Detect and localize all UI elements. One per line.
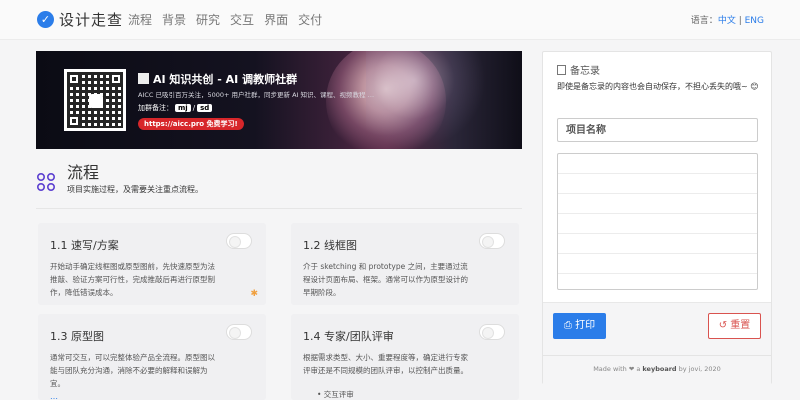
card-text: 通常可交互，可以完整体验产品全流程。原型图以能与团队充分沟通，消除不必要的解释和… (50, 353, 215, 388)
promo-banner[interactable]: AI 知识共创 - AI 调教师社群 AICC 已吸引百万关注，5000+ 用户… (36, 51, 522, 149)
credit-text: Made with ❤ a keyboard by jovi, 2020 (593, 365, 721, 373)
lang-zh-link[interactable]: 中文 (718, 16, 736, 26)
memo-header: 备忘录 (557, 62, 600, 77)
banner-hair-glow (366, 51, 486, 149)
memo-textarea[interactable] (557, 153, 758, 290)
top-nav: ✓ 设计走查 流程 背景 研究 交互 界面 交付 语言：中文 | ENG (0, 0, 800, 40)
memo-panel: 备忘录 即使是备忘录的内容也会自动保存，不担心丢失的哦~ 😊 ⎙ 打印 ↺ 重置… (542, 51, 772, 384)
section-divider (36, 208, 522, 209)
card-toggle[interactable] (479, 324, 505, 340)
nav-item-background[interactable]: 背景 (162, 11, 186, 28)
memo-description: 即使是备忘录的内容也会自动保存，不担心丢失的哦~ 😊 (557, 82, 759, 91)
notepad-icon (557, 65, 566, 75)
reset-button[interactable]: ↺ 重置 (708, 313, 761, 339)
banner-subtitle: AICC 已吸引百万关注，5000+ 用户社群，同步更新 AI 知识、课程、视频… (138, 91, 375, 99)
chip-mj: mj (175, 104, 191, 112)
language-switcher: 语言：中文 | ENG (691, 13, 764, 26)
card-wireframe: 1.2 线框图 介于 sketching 和 prototype 之间，主要通过… (291, 223, 519, 305)
grid-circles-icon (36, 172, 56, 192)
banner-group-note: 加群备注： mj / sd (138, 103, 214, 113)
memo-title: 备忘录 (570, 66, 600, 77)
card-bullet: • 交互评审 (317, 390, 354, 399)
card-title: 1.2 线框图 (303, 239, 357, 252)
card-toggle[interactable] (479, 233, 505, 249)
card-sketch: 1.1 速写/方案 开始动手确定线框图或原型图前，先快速原型为法推敲、验证方案可… (38, 223, 266, 305)
card-toggle[interactable] (226, 233, 252, 249)
language-label: 语言： (690, 16, 718, 26)
brand-name[interactable]: 设计走查 (59, 9, 123, 30)
chip-sd: sd (197, 104, 213, 112)
card-text: 开始动手确定线框图或原型图前，先快速原型为法推敲、验证方案可行性，完成推敲后再进… (50, 262, 215, 297)
printer-icon: ⎙ (563, 320, 572, 331)
project-name-input[interactable] (557, 118, 758, 142)
nav-item-research[interactable]: 研究 (196, 11, 220, 28)
nav-item-interaction[interactable]: 交互 (230, 11, 254, 28)
card-toggle[interactable] (226, 324, 252, 340)
undo-icon: ↺ (718, 320, 728, 331)
card-title: 1.1 速写/方案 (50, 239, 119, 252)
lang-en-link[interactable]: ENG (745, 16, 764, 26)
card-title: 1.4 专家/团队评审 (303, 330, 394, 343)
lang-separator: | (735, 16, 745, 26)
card-text: 介于 sketching 和 prototype 之间，主要通过流程设计页面布局… (303, 262, 468, 297)
nav-items: 流程 背景 研究 交互 界面 交付 (128, 11, 322, 28)
grid-logo-icon (138, 73, 149, 84)
card-text: 根据需求类型、大小、重要程度等，确定进行专家评审还是不同规模的团队评审，以控制产… (303, 353, 468, 375)
card-review: 1.4 专家/团队评审 根据需求类型、大小、重要程度等，确定进行专家评审还是不同… (291, 314, 519, 400)
nav-item-process[interactable]: 流程 (128, 11, 152, 28)
print-button[interactable]: ⎙ 打印 (553, 313, 606, 339)
memo-footer: ⎙ 打印 ↺ 重置 Made with ❤ a keyboard by jovi… (543, 302, 771, 384)
banner-link[interactable]: https://aicc.pro 免费学习! (138, 118, 244, 130)
nav-item-delivery[interactable]: 交付 (298, 11, 322, 28)
card-title: 1.3 原型图 (50, 330, 104, 343)
more-indicator: … (50, 392, 59, 400)
qr-code-image (64, 69, 126, 131)
nav-item-interface[interactable]: 界面 (264, 11, 288, 28)
footer-divider (543, 355, 771, 356)
star-icon: ✱ (250, 289, 258, 299)
section-description: 项目实施过程，及需要关注重点流程。 (67, 185, 203, 194)
card-prototype: 1.3 原型图 通常可交互，可以完整体验产品全流程。原型图以能与团队充分沟通，消… (38, 314, 266, 400)
check-circle-icon: ✓ (37, 11, 54, 28)
banner-title: AI 知识共创 - AI 调教师社群 (138, 71, 297, 87)
section-title: 流程 (67, 163, 100, 182)
